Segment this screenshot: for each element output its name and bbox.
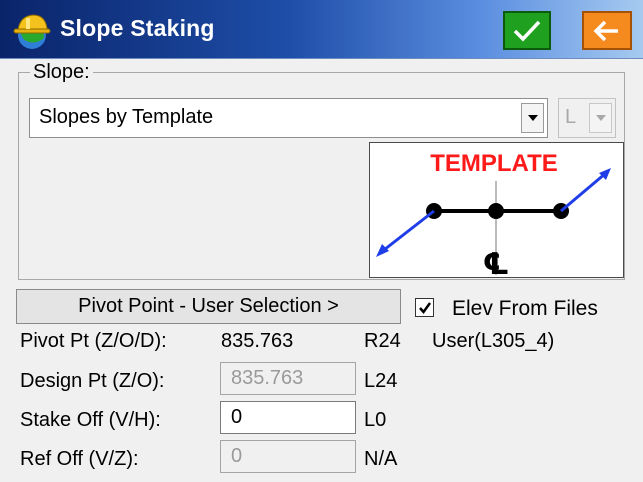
stake-off-field[interactable]: 0 (220, 401, 356, 434)
slope-method-value: Slopes by Template (39, 106, 214, 128)
checkmark-icon (513, 20, 541, 42)
elev-from-files-checkbox[interactable] (415, 298, 434, 317)
dropdown-arrow-icon[interactable] (589, 103, 612, 133)
ref-off-suffix: N/A (364, 448, 398, 470)
pivot-pt-source: User(L305_4) (432, 330, 555, 352)
side-dropdown[interactable]: L (558, 98, 616, 138)
elev-from-files-label: Elev From Files (452, 297, 598, 320)
centerline-symbol: ℄ (483, 247, 510, 277)
pivot-point-button[interactable]: Pivot Point - User Selection > (16, 289, 401, 324)
design-pt-suffix: L24 (364, 370, 398, 392)
dropdown-arrow-icon[interactable] (521, 103, 544, 133)
pivot-pt-suffix: R24 (364, 330, 401, 352)
template-diagram-graphic: TEMPLATE ℄ (376, 150, 611, 282)
check-icon (418, 301, 431, 314)
ok-button[interactable] (503, 11, 551, 50)
stake-off-suffix: L0 (364, 409, 387, 431)
side-value: L (565, 106, 577, 128)
stake-off-label: Stake Off (V/H): (20, 409, 161, 431)
design-pt-label: Design Pt (Z/O): (20, 370, 165, 392)
slope-method-dropdown[interactable]: Slopes by Template (29, 98, 548, 138)
slope-group-label: Slope: (30, 61, 93, 84)
template-diagram: TEMPLATE ℄ (369, 142, 624, 282)
design-pt-field: 835.763 (220, 362, 356, 395)
back-button[interactable] (582, 11, 632, 50)
ref-off-field: 0 (220, 440, 356, 473)
ref-off-label: Ref Off (V/Z): (20, 448, 139, 470)
window-title: Slope Staking (60, 15, 215, 41)
pivot-pt-label: Pivot Pt (Z/O/D): (20, 330, 167, 352)
helmet-globe-icon (13, 14, 51, 49)
pivot-pt-value: 835.763 (221, 330, 294, 352)
title-bar: Slope Staking (0, 0, 643, 59)
template-title: TEMPLATE (430, 150, 558, 177)
arrow-left-icon (593, 20, 618, 41)
